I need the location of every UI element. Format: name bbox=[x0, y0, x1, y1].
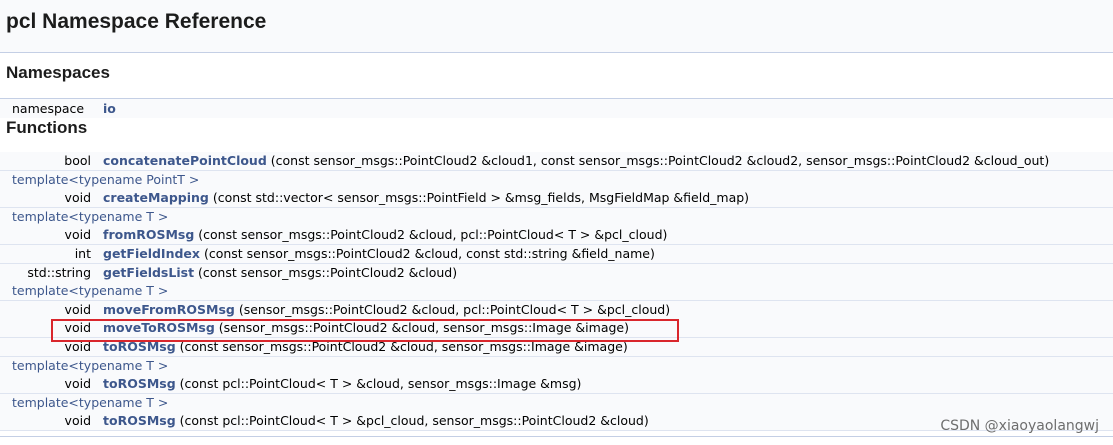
page-title: pcl Namespace Reference bbox=[6, 10, 267, 33]
function-link[interactable]: concatenatePointCloud bbox=[103, 153, 267, 168]
namespace-row: namespace io bbox=[0, 99, 1113, 118]
function-signature: concatenatePointCloud (const sensor_msgs… bbox=[103, 152, 1049, 170]
template-declaration: template<typename T > bbox=[12, 208, 169, 224]
function-row: void toROSMsg (const pcl::PointCloud< T >… bbox=[0, 375, 1113, 395]
function-row: bool concatenatePointCloud (const sensor_… bbox=[0, 152, 1113, 171]
namespace-link-io[interactable]: io bbox=[103, 100, 116, 118]
function-row: void toROSMsg (const sensor_msgs::PointCl… bbox=[0, 338, 1113, 357]
function-signature: toROSMsg (const pcl::PointCloud< T > &cl… bbox=[103, 375, 581, 393]
template-row: template<typename T > bbox=[0, 282, 1113, 302]
template-declaration: template<typename PointT > bbox=[12, 171, 200, 187]
function-link[interactable]: moveFromROSMsg bbox=[103, 302, 235, 317]
function-arguments: (const std::vector< sensor_msgs::PointFi… bbox=[208, 190, 750, 206]
function-link[interactable]: fromROSMsg bbox=[103, 227, 194, 242]
function-link[interactable]: moveToROSMsg bbox=[103, 320, 215, 335]
function-signature: getFieldIndex (const sensor_msgs::PointC… bbox=[103, 245, 655, 263]
namespaces-heading: Namespaces bbox=[6, 63, 110, 82]
return-type: void bbox=[64, 320, 91, 336]
function-signature: fromROSMsg (const sensor_msgs::PointClou… bbox=[103, 226, 667, 244]
function-row: void createMapping (const std::vector< se… bbox=[0, 189, 1113, 209]
return-type: int bbox=[74, 246, 91, 261]
function-signature: getFieldsList (const sensor_msgs::PointC… bbox=[103, 264, 457, 282]
function-row: void fromROSMsg (const sensor_msgs::Point… bbox=[0, 226, 1113, 246]
template-declaration: template<typename T > bbox=[12, 394, 169, 410]
function-link[interactable]: getFieldsList bbox=[103, 265, 194, 280]
return-type: void bbox=[64, 227, 91, 243]
functions-heading: Functions bbox=[6, 118, 88, 137]
return-type: void bbox=[64, 413, 91, 429]
function-arguments: (const sensor_msgs::PointCloud2 &cloud, … bbox=[194, 227, 668, 243]
function-arguments: (const sensor_msgs::PointCloud2 &cloud1,… bbox=[266, 153, 1050, 168]
return-type: void bbox=[64, 301, 91, 317]
function-arguments: (const sensor_msgs::PointCloud2 &cloud, … bbox=[199, 246, 655, 261]
function-signature: toROSMsg (const pcl::PointCloud< T > &pc… bbox=[103, 412, 649, 430]
function-arguments: (sensor_msgs::PointCloud2 &cloud, sensor… bbox=[214, 320, 629, 336]
return-type: bool bbox=[64, 153, 91, 168]
return-type: void bbox=[64, 376, 91, 392]
function-arguments: (const sensor_msgs::PointCloud2 &cloud) bbox=[194, 264, 458, 280]
template-row: template<typename PointT > bbox=[0, 170, 1113, 190]
function-link[interactable]: toROSMsg bbox=[103, 376, 176, 391]
return-type: void bbox=[64, 339, 91, 354]
function-arguments: (sensor_msgs::PointCloud2 &cloud, pcl::P… bbox=[234, 301, 671, 317]
template-declaration: template<typename T > bbox=[12, 357, 169, 373]
function-row: void moveFromROSMsg (sensor_msgs::PointCl… bbox=[0, 300, 1113, 320]
function-signature: toROSMsg (const sensor_msgs::PointCloud2… bbox=[103, 338, 628, 356]
bottom-divider bbox=[0, 436, 1113, 437]
function-link[interactable]: createMapping bbox=[103, 190, 209, 205]
function-arguments: (const sensor_msgs::PointCloud2 &cloud, … bbox=[175, 339, 628, 354]
function-signature: moveFromROSMsg (sensor_msgs::PointCloud2… bbox=[103, 301, 670, 319]
function-link[interactable]: toROSMsg bbox=[103, 339, 176, 354]
namespace-kind-label: namespace bbox=[12, 101, 85, 116]
return-type: void bbox=[64, 190, 91, 206]
function-signature: moveToROSMsg (sensor_msgs::PointCloud2 &… bbox=[103, 319, 629, 337]
function-arguments: (const pcl::PointCloud< T > &pcl_cloud, … bbox=[175, 413, 649, 429]
page-header: pcl Namespace Reference bbox=[0, 0, 1113, 53]
function-arguments: (const pcl::PointCloud< T > &cloud, sens… bbox=[175, 376, 582, 392]
function-link[interactable]: getFieldIndex bbox=[103, 246, 200, 261]
template-row: template<typename T > bbox=[0, 393, 1113, 413]
function-link[interactable]: toROSMsg bbox=[103, 413, 176, 428]
function-signature: createMapping (const std::vector< sensor… bbox=[103, 189, 749, 207]
watermark: CSDN @xiaoyaolangwj bbox=[940, 418, 1099, 434]
return-type: std::string bbox=[27, 264, 91, 280]
template-row: template<typename T > bbox=[0, 356, 1113, 376]
template-row: template<typename T > bbox=[0, 207, 1113, 227]
function-row: std::string getFieldsList (const sensor_m… bbox=[0, 263, 1113, 283]
functions-section-header: Functions bbox=[0, 118, 1113, 153]
namespaces-section-header: Namespaces bbox=[0, 52, 1113, 99]
function-row: void moveToROSMsg (sensor_msgs::PointClou… bbox=[0, 319, 1113, 339]
function-row: int getFieldIndex (const sensor_msgs::Poi… bbox=[0, 245, 1113, 264]
template-declaration: template<typename T > bbox=[12, 283, 169, 299]
